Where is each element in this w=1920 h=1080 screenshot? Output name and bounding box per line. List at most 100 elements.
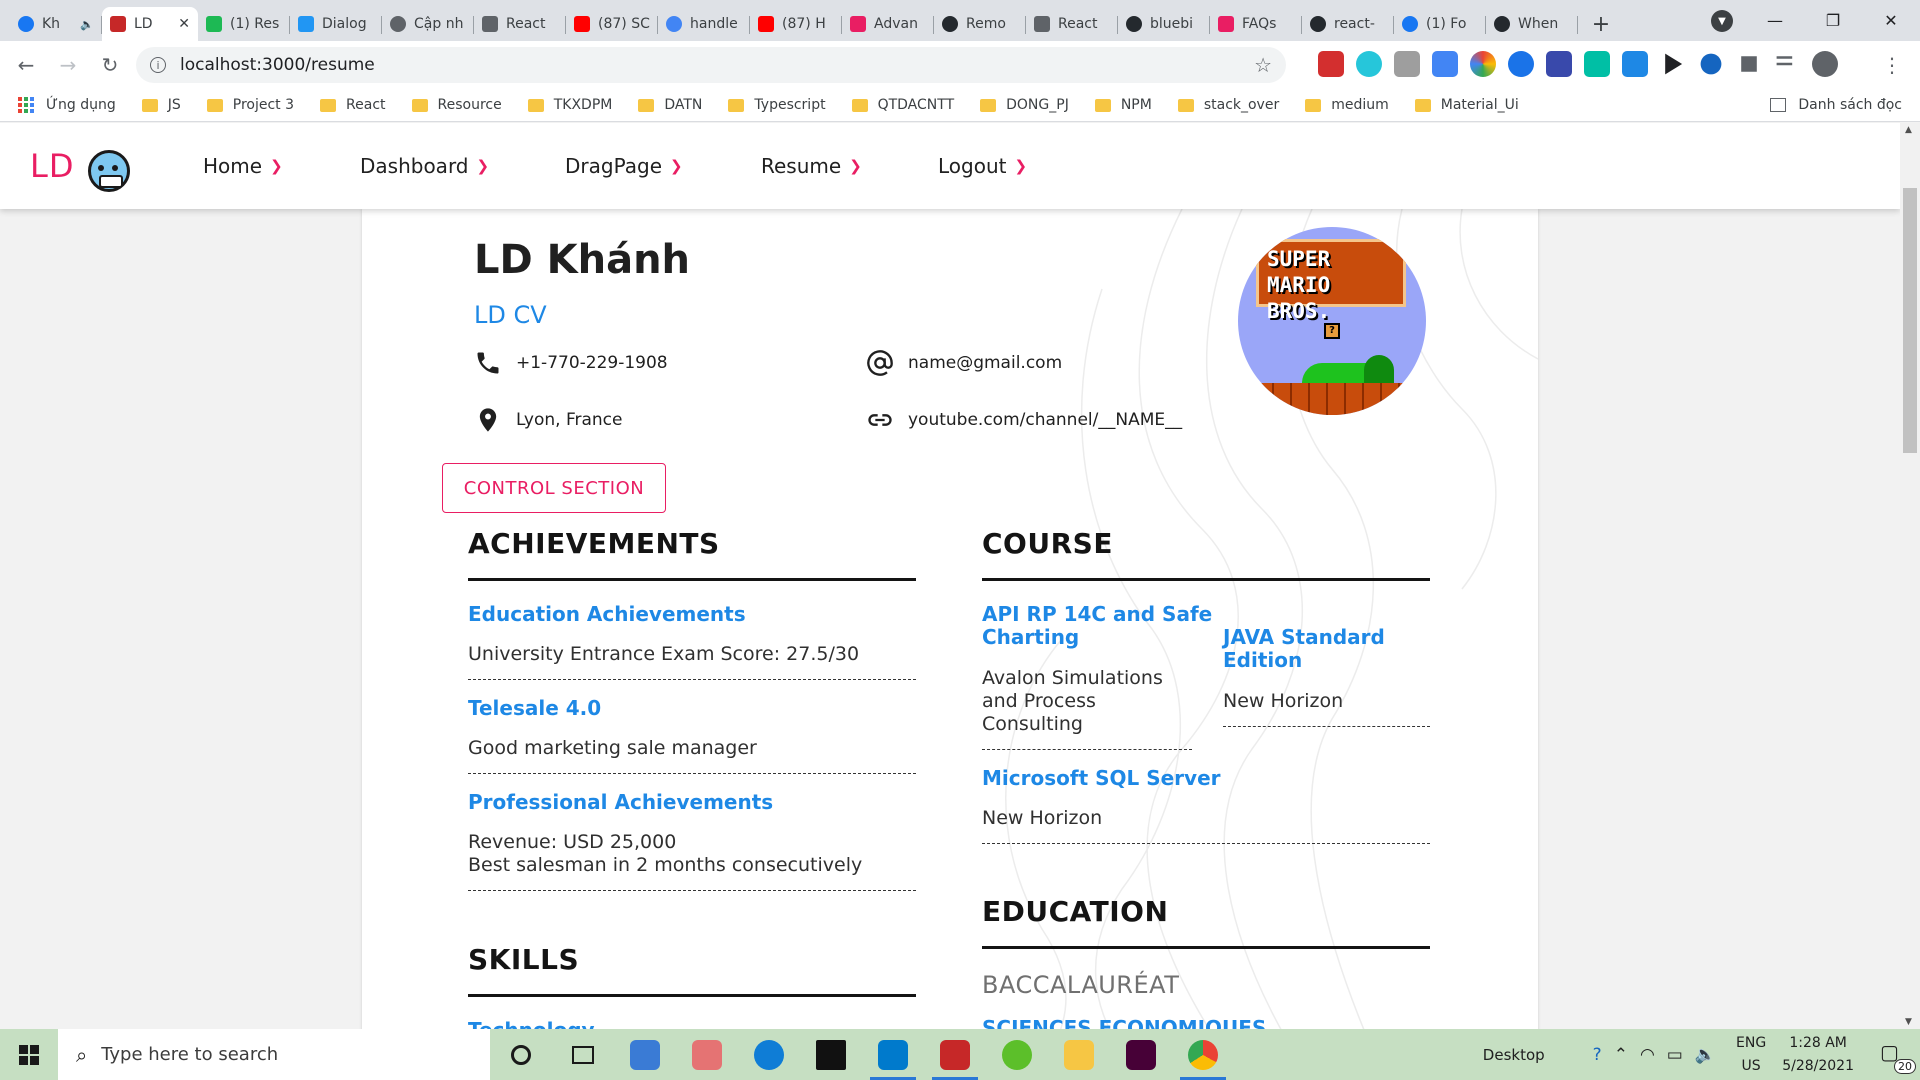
desktop-toolbar-label[interactable]: Desktop (1483, 1046, 1545, 1064)
tab-audio-icon[interactable]: 🔈 (80, 18, 94, 31)
intellij-icon[interactable] (800, 1029, 862, 1080)
skill-title: Technology (468, 1019, 595, 1030)
browser-tab[interactable]: handle (658, 7, 750, 41)
extension-icon[interactable] (1318, 51, 1344, 77)
volume-icon[interactable]: 🔈 (1695, 1045, 1716, 1065)
browser-tab[interactable]: Dialog (290, 7, 382, 41)
taskbar-app-icon[interactable] (614, 1029, 676, 1080)
chrome-icon[interactable] (1172, 1029, 1234, 1080)
browser-tab[interactable]: react- (1302, 7, 1394, 41)
start-button[interactable] (0, 1029, 58, 1080)
minimize-icon[interactable]: — (1746, 0, 1804, 41)
scroll-down-arrow-icon[interactable]: ▼ (1905, 1017, 1912, 1027)
media-control-icon[interactable] (1776, 56, 1793, 66)
scrollbar-thumb[interactable] (1903, 188, 1917, 453)
edge-browser-icon[interactable] (738, 1029, 800, 1080)
phone-icon (477, 352, 499, 374)
browser-tab[interactable]: (1) Res (198, 7, 290, 41)
task-view-icon[interactable] (552, 1029, 614, 1080)
restore-icon[interactable]: ❐ (1804, 0, 1862, 41)
browser-menu-icon[interactable]: ⋮ (1882, 53, 1902, 77)
extension-icon[interactable] (1584, 51, 1610, 77)
cursor-extension-icon[interactable] (1665, 53, 1683, 75)
address-bar[interactable]: i localhost:3000/resume ☆ (136, 47, 1286, 83)
contact-website[interactable]: youtube.com/channel/__NAME__ (866, 406, 1182, 434)
bookmark-folder[interactable]: Typescript (728, 97, 826, 113)
tab-favicon (390, 16, 406, 32)
battery-icon[interactable]: ▭ (1667, 1045, 1683, 1065)
bookmark-folder[interactable]: Project 3 (206, 97, 294, 113)
browser-tab[interactable]: React (474, 7, 566, 41)
browser-tab[interactable]: React (1026, 7, 1118, 41)
browser-tab-active[interactable]: LD ✕ (102, 7, 198, 41)
bookmark-folder[interactable]: DATN (638, 97, 702, 113)
logo-face-icon[interactable] (88, 150, 130, 192)
browser-tab[interactable]: FAQs (1210, 7, 1302, 41)
taskbar-app-icon[interactable] (986, 1029, 1048, 1080)
extension-icon[interactable] (1508, 51, 1534, 77)
bookmark-folder[interactable]: Material_Ui (1414, 97, 1519, 113)
input-language[interactable]: ENG US (1736, 1032, 1766, 1078)
search-icon: ⌕ (76, 1042, 88, 1067)
extension-icon[interactable] (1394, 51, 1420, 77)
bookmark-folder[interactable]: medium (1305, 97, 1389, 113)
color-picker-extension-icon[interactable] (1470, 51, 1496, 77)
bookmark-apps[interactable]: Ứng dụng (18, 97, 116, 113)
adobe-xd-icon[interactable] (1110, 1029, 1172, 1080)
control-section-button[interactable]: CONTROL SECTION (442, 463, 666, 513)
close-window-icon[interactable]: ✕ (1862, 0, 1920, 41)
chevron-up-icon[interactable]: ⌃ (1614, 1045, 1628, 1065)
browser-tab[interactable]: Advan (842, 7, 934, 41)
browser-tab[interactable]: bluebi (1118, 7, 1210, 41)
bookmark-folder[interactable]: Resource (411, 97, 502, 113)
browser-tab[interactable]: Kh 🔈 (10, 7, 102, 41)
extension-icon[interactable] (1700, 53, 1722, 75)
vscode-icon[interactable] (862, 1029, 924, 1080)
notification-center-icon[interactable]: ▢ 20 (1880, 1040, 1916, 1074)
puzzle-extensions-icon[interactable] (1741, 56, 1757, 72)
bookmark-star-icon[interactable]: ☆ (1254, 53, 1272, 77)
new-tab-button[interactable]: + (1584, 7, 1618, 41)
wifi-icon[interactable]: ◠ (1640, 1045, 1655, 1065)
bookmark-folder[interactable]: TKXDPM (527, 97, 612, 113)
forward-arrow-icon[interactable]: → (52, 49, 84, 81)
taskbar-search[interactable]: ⌕ Type here to search (58, 1029, 490, 1080)
extension-icon[interactable] (1546, 51, 1572, 77)
bookmark-folder[interactable]: React (320, 97, 386, 113)
nav-dragpage[interactable]: DragPage ❯ (565, 123, 683, 209)
reload-icon[interactable]: ↻ (94, 49, 126, 81)
tab-search-icon[interactable]: ▼ (1711, 10, 1733, 32)
nav-dashboard[interactable]: Dashboard ❯ (360, 123, 489, 209)
back-arrow-icon[interactable]: ← (10, 49, 42, 81)
taskbar-app-icon[interactable] (676, 1029, 738, 1080)
browser-tab[interactable]: Remo (934, 7, 1026, 41)
cortana-icon[interactable] (490, 1029, 552, 1080)
taskbar-clock[interactable]: 1:28 AM 5/28/2021 (1782, 1032, 1854, 1078)
nav-home[interactable]: Home ❯ (203, 123, 283, 209)
browser-tab[interactable]: (87) H (750, 7, 842, 41)
taskbar-app-icon[interactable] (924, 1029, 986, 1080)
file-explorer-icon[interactable] (1048, 1029, 1110, 1080)
bookmark-folder[interactable]: JS (141, 97, 181, 113)
nav-resume[interactable]: Resume ❯ (761, 123, 862, 209)
browser-tab[interactable]: Cập nh (382, 7, 474, 41)
bookmark-folder[interactable]: DONG_PJ (980, 97, 1069, 113)
reading-list-button[interactable]: Danh sách đọc (1770, 97, 1902, 113)
extension-icon[interactable] (1622, 51, 1648, 77)
tab-close-icon[interactable]: ✕ (178, 16, 190, 32)
translate-extension-icon[interactable] (1432, 51, 1458, 77)
scroll-up-arrow-icon[interactable]: ▲ (1905, 125, 1912, 135)
bookmark-folder[interactable]: QTDACNTT (851, 97, 954, 113)
browser-tab[interactable]: (87) SC (566, 7, 658, 41)
browser-tab[interactable]: When (1486, 7, 1578, 41)
bookmark-folder[interactable]: NPM (1094, 97, 1152, 113)
extension-icon[interactable] (1356, 51, 1382, 77)
page-scrollbar[interactable]: ▲ ▼ (1900, 123, 1920, 1029)
help-icon[interactable]: ? (1593, 1045, 1602, 1065)
site-info-icon[interactable]: i (150, 57, 166, 73)
app-logo-text[interactable]: LD (30, 147, 74, 185)
bookmark-folder[interactable]: stack_over (1177, 97, 1279, 113)
profile-avatar-icon[interactable] (1812, 51, 1838, 77)
nav-logout[interactable]: Logout ❯ (938, 123, 1027, 209)
browser-tab[interactable]: (1) Fo (1394, 7, 1486, 41)
